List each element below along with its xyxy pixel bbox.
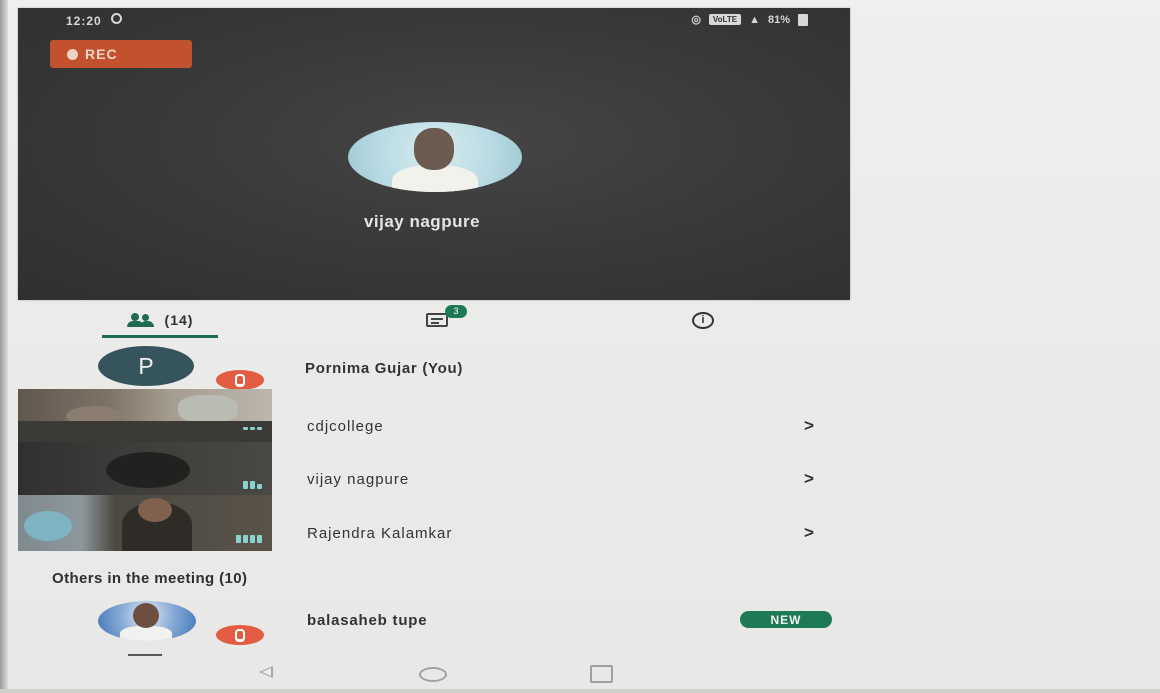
speaker-name: vijay nagpure <box>363 212 481 231</box>
speaker-video[interactable]: 12:20 ◎ VoLTE ▲ 81% REC vijay nagpure <box>18 8 850 300</box>
alarm-icon: ◎ <box>691 14 701 26</box>
tab-info[interactable]: i <box>678 300 728 340</box>
frame-border <box>0 0 8 693</box>
chevron-right-icon[interactable]: > <box>804 469 814 489</box>
participant-row[interactable]: vijay nagpure > <box>18 451 850 503</box>
status-indicators: ◎ VoLTE ▲ 81% <box>691 13 808 26</box>
meeting-tabs: (14) 3 i <box>18 300 850 340</box>
participants-count: (14) <box>164 312 194 328</box>
battery-icon <box>798 13 808 26</box>
speaker-avatar-head <box>414 128 454 170</box>
participant-name: Rajendra Kalamkar <box>307 525 453 542</box>
status-bar: 12:20 ◎ VoLTE ▲ 81% <box>18 8 850 32</box>
info-icon: i <box>692 311 714 329</box>
recording-label: REC <box>85 46 118 62</box>
list-cutoff-line <box>128 654 162 656</box>
tab-chat[interactable]: 3 <box>412 300 467 340</box>
people-icon <box>126 313 157 327</box>
chat-unread-badge: 3 <box>445 305 467 318</box>
status-time: 12:20 <box>66 14 102 28</box>
avatar <box>98 601 196 641</box>
chevron-right-icon[interactable]: > <box>804 416 814 436</box>
active-tab-indicator <box>102 335 218 338</box>
record-dot-icon <box>67 48 78 60</box>
speaker-avatar <box>348 122 522 192</box>
mic-off-icon <box>216 370 264 390</box>
others-section-header: Others in the meeting (10) <box>52 570 248 587</box>
avatar: P <box>98 346 194 386</box>
participant-row[interactable]: balasaheb tupe NEW <box>18 597 850 651</box>
screen: 12:20 ◎ VoLTE ▲ 81% REC vijay nagpure (1… <box>0 0 1160 693</box>
tab-participants[interactable]: (14) <box>102 300 218 340</box>
recent-apps-icon[interactable] <box>590 665 613 683</box>
recording-badge: REC <box>50 40 192 68</box>
chevron-right-icon[interactable]: > <box>804 523 814 543</box>
participant-name: balasaheb tupe <box>307 612 428 629</box>
mic-off-icon <box>216 625 264 645</box>
participant-row[interactable]: cdjcollege > <box>18 398 850 450</box>
signal-icon: ▲ <box>749 13 760 26</box>
new-badge: NEW <box>740 611 832 628</box>
participant-self[interactable]: P Pornima Gujar (You) <box>18 342 850 392</box>
home-nav-icon[interactable] <box>419 667 447 682</box>
system-nav-bar <box>18 660 850 692</box>
battery-percent: 81% <box>767 13 790 26</box>
volte-badge: VoLTE <box>708 14 742 25</box>
participant-name: vijay nagpure <box>307 471 410 488</box>
participant-name: Pornima Gujar (You) <box>305 360 464 377</box>
participant-row[interactable]: Rajendra Kalamkar > <box>18 505 850 557</box>
notification-icon <box>111 13 122 24</box>
chat-icon: 3 <box>426 305 467 327</box>
back-nav-icon[interactable] <box>259 666 273 678</box>
frame-bottom-edge <box>0 689 1160 693</box>
participant-name: cdjcollege <box>307 418 384 435</box>
